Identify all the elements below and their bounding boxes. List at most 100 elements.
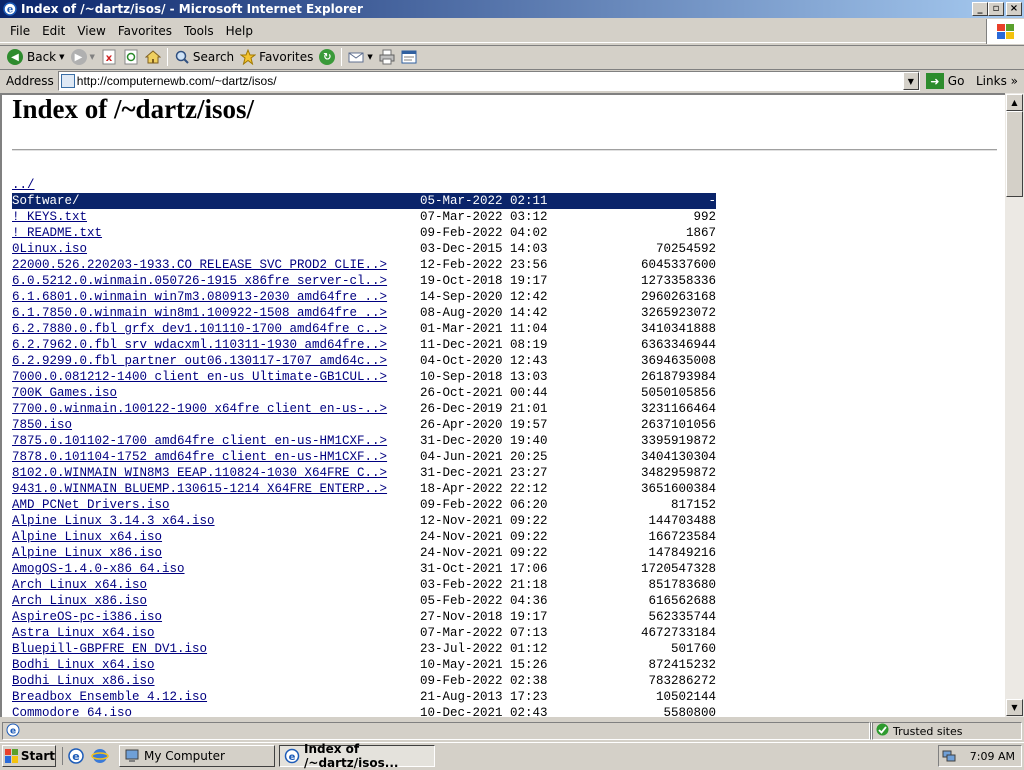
- file-link[interactable]: 7875.0.101102-1700_amd64fre_client_en-us…: [12, 433, 387, 449]
- file-date: 21-Aug-2013 17:23: [420, 690, 548, 704]
- file-size: 1273358336: [640, 274, 716, 288]
- chevron-down-icon[interactable]: ▼: [902, 72, 919, 90]
- file-link[interactable]: 9431.0.WINMAIN_BLUEMP.130615-1214_X64FRE…: [12, 481, 387, 497]
- forward-button[interactable]: ▶ ▼: [68, 46, 98, 68]
- favorites-button[interactable]: Favorites: [237, 46, 316, 68]
- file-size: 5580800: [663, 706, 716, 717]
- network-icon[interactable]: [942, 749, 956, 763]
- file-link[interactable]: 0Linux.iso: [12, 241, 87, 257]
- file-date: 11-Dec-2021 08:19: [420, 338, 548, 352]
- file-date: 14-Sep-2020 12:42: [420, 290, 548, 304]
- scroll-down-button[interactable]: ▼: [1006, 699, 1023, 716]
- address-bar: Address ▼ ➜ Go Links »: [0, 69, 1024, 92]
- file-size: 3404130304: [640, 450, 716, 464]
- menu-edit[interactable]: Edit: [36, 24, 71, 38]
- chevron-down-icon[interactable]: ▼: [367, 53, 372, 61]
- task-my-computer[interactable]: My Computer: [119, 744, 275, 767]
- refresh-button[interactable]: [120, 46, 142, 68]
- file-link[interactable]: Alpine Linux 3.14.3 x64.iso: [12, 513, 215, 529]
- file-date: 12-Nov-2021 09:22: [420, 514, 548, 528]
- list-item: Arch Linux x86.iso 05-Feb-2022 04:36 61656…: [12, 593, 716, 609]
- check-icon: [876, 723, 889, 739]
- task-internet-explorer[interactable]: e Index of /~dartz/isos...: [279, 742, 435, 770]
- start-button[interactable]: Start: [2, 744, 56, 767]
- file-link[interactable]: 8102.0.WINMAIN_WIN8M3_EEAP.110824-1030_X…: [12, 465, 387, 481]
- file-link[interactable]: 7700.0.winmain.100122-1900_x64fre_client…: [12, 401, 387, 417]
- list-item: 7850.iso 26-Apr-2020 19:57 2637101056: [12, 417, 716, 433]
- edit-button[interactable]: [398, 46, 420, 68]
- browser-icon[interactable]: [91, 747, 109, 765]
- file-link[interactable]: 700K Games.iso: [12, 385, 117, 401]
- home-button[interactable]: [142, 46, 164, 68]
- file-size: -: [708, 194, 716, 208]
- file-link[interactable]: 6.2.9299.0.fbl_partner_out06.130117-1707…: [12, 353, 387, 369]
- file-link[interactable]: Alpine Linux x64.iso: [12, 529, 162, 545]
- links-button[interactable]: Links »: [976, 74, 1018, 88]
- file-link[interactable]: Bodhi Linux x64.iso: [12, 657, 155, 673]
- file-link[interactable]: 6.1.7850.0.winmain_win8m1.100922-1508_am…: [12, 305, 387, 321]
- file-date: 24-Nov-2021 09:22: [420, 546, 548, 560]
- back-button[interactable]: ◀ Back ▼: [4, 46, 68, 68]
- chevron-down-icon[interactable]: ▼: [90, 53, 95, 61]
- file-size: 616562688: [648, 594, 716, 608]
- file-link[interactable]: AmogOS-1.4.0-x86_64.iso: [12, 561, 185, 577]
- file-link[interactable]: Software/: [12, 193, 80, 209]
- edit-page-icon: [401, 49, 417, 65]
- chevron-down-icon[interactable]: ▼: [59, 53, 64, 61]
- stop-button[interactable]: x: [98, 46, 120, 68]
- menu-favorites[interactable]: Favorites: [112, 24, 178, 38]
- file-link[interactable]: Breadbox Ensemble 4.12.iso: [12, 689, 207, 705]
- menu-tools[interactable]: Tools: [178, 24, 220, 38]
- file-link[interactable]: 6.0.5212.0.winmain.050726-1915_x86fre_se…: [12, 273, 387, 289]
- menu-file[interactable]: File: [4, 24, 36, 38]
- file-link[interactable]: AspireOS-pc-i386.iso: [12, 609, 162, 625]
- file-link[interactable]: Arch Linux x86.iso: [12, 593, 147, 609]
- windows-logo-icon: [986, 19, 1024, 44]
- print-button[interactable]: [376, 46, 398, 68]
- file-link[interactable]: 7000.0.081212-1400_client_en-us_Ultimate…: [12, 369, 387, 385]
- file-link[interactable]: 6.2.7962.0.fbl_srv_wdacxml.110311-1930_a…: [12, 337, 387, 353]
- file-link[interactable]: 6.2.7880.0.fbl_grfx_dev1.101110-1700_amd…: [12, 321, 387, 337]
- address-input[interactable]: [76, 73, 897, 89]
- close-button[interactable]: ×: [1006, 2, 1022, 16]
- menu-help[interactable]: Help: [220, 24, 259, 38]
- file-link[interactable]: 7850.iso: [12, 417, 72, 433]
- media-icon: ↻: [319, 49, 336, 65]
- scroll-thumb[interactable]: [1006, 111, 1023, 197]
- file-link[interactable]: Astra Linux x64.iso: [12, 625, 155, 641]
- file-link[interactable]: ! README.txt: [12, 225, 102, 241]
- maximize-button[interactable]: ▫: [988, 2, 1004, 16]
- star-icon: [239, 48, 257, 66]
- clock[interactable]: 7:09 AM: [970, 750, 1015, 763]
- file-size: 3482959872: [640, 466, 716, 480]
- file-link[interactable]: ../: [12, 177, 35, 193]
- file-link[interactable]: Bodhi Linux x86.iso: [12, 673, 155, 689]
- search-icon: [174, 49, 190, 65]
- back-arrow-icon: ◀: [7, 49, 23, 65]
- file-link[interactable]: 7878.0.101104-1752_amd64fre_client_en-us…: [12, 449, 387, 465]
- go-button[interactable]: ➜ Go: [925, 73, 964, 89]
- file-link[interactable]: ! KEYS.txt: [12, 209, 87, 225]
- mail-button[interactable]: ▼: [345, 46, 375, 68]
- file-link[interactable]: Commodore 64.iso: [12, 705, 132, 717]
- minimize-button[interactable]: _: [972, 2, 988, 16]
- list-item: 6.1.6801.0.winmain_win7m3.080913-2030_am…: [12, 289, 716, 305]
- menu-view[interactable]: View: [71, 24, 111, 38]
- file-link[interactable]: Arch Linux x64.iso: [12, 577, 147, 593]
- file-link[interactable]: Bluepill-GBPFRE_EN_DV1.iso: [12, 641, 207, 657]
- list-item: AspireOS-pc-i386.iso 27-Nov-2018 19:17 562…: [12, 609, 716, 625]
- stop-icon: x: [101, 49, 117, 65]
- file-link[interactable]: 6.1.6801.0.winmain_win7m3.080913-2030_am…: [12, 289, 387, 305]
- vertical-scrollbar[interactable]: ▲ ▼: [1005, 93, 1024, 717]
- ie-icon[interactable]: e: [67, 747, 85, 765]
- list-item: Commodore 64.iso 10-Dec-2021 02:43 5580800: [12, 705, 716, 717]
- file-size: 3410341888: [640, 322, 716, 336]
- media-button[interactable]: ↻: [316, 46, 338, 68]
- zone-label: Trusted sites: [893, 724, 963, 738]
- file-link[interactable]: AMD PCNet Drivers.iso: [12, 497, 170, 513]
- file-date: 19-Oct-2018 19:17: [420, 274, 548, 288]
- file-link[interactable]: 22000.526.220203-1933.CO_RELEASE_SVC_PRO…: [12, 257, 387, 273]
- search-button[interactable]: Search: [171, 46, 237, 68]
- scroll-up-button[interactable]: ▲: [1006, 94, 1023, 111]
- file-link[interactable]: Alpine Linux x86.iso: [12, 545, 162, 561]
